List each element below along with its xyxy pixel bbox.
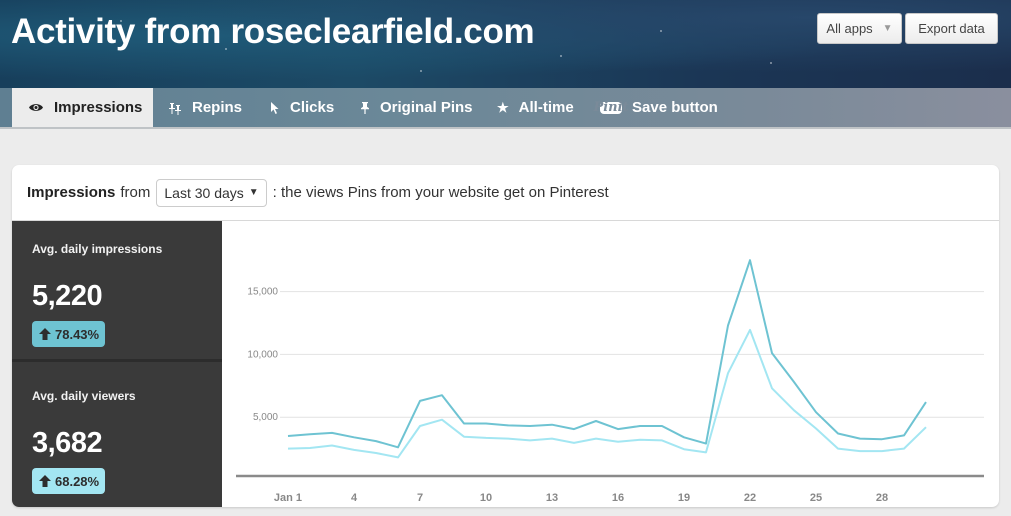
y-tick-label: 10,000 [247,349,278,360]
tab-save-button[interactable]: Pinit Save button [593,88,718,127]
stat-label: Avg. daily impressions [32,242,163,256]
decorative-star [660,30,662,32]
x-tick-label: 25 [810,492,822,504]
arrow-up-icon [39,475,51,487]
star-icon: ★ [497,99,509,115]
date-range-dropdown[interactable]: Last 30 days ▼ [156,178,267,207]
decorative-star [770,62,772,64]
x-tick-label: 10 [480,492,492,504]
caret-down-icon: ▼ [248,187,259,198]
tab-clicks[interactable]: Clicks [270,88,334,127]
tab-label: Impressions [54,99,143,116]
all-apps-dropdown[interactable]: All apps ▼ [817,13,902,44]
metric-name: Impressions [27,184,116,201]
change-value: 78.43% [55,326,100,342]
stat-value: 5,220 [32,280,103,312]
eye-icon [28,102,44,113]
metric-tabs: Impressions Repins Clicks Original Pins … [0,88,1011,129]
x-tick-label: Jan 1 [274,492,302,504]
pin-icon [360,101,370,115]
tab-impressions[interactable]: Impressions [12,88,153,127]
decorative-star [420,70,422,72]
impressions-chart: 5,000 10,000 15,000 Jan 1 4 7 10 13 16 19 22 25 28 [222,221,999,507]
tab-label: Repins [192,99,243,116]
change-value: 68.28% [55,473,100,489]
stat-avg-daily-impressions: Avg. daily impressions 5,220 78.43% [12,221,222,362]
x-tick-label: 19 [678,492,690,504]
tab-label: All-time [518,99,574,116]
all-apps-label: All apps [826,21,873,36]
series-line-viewers [287,328,927,459]
date-range-value: Last 30 days [164,184,244,201]
change-badge: 78.43% [32,321,106,347]
series-line-impressions [287,259,927,449]
pushpins-icon [168,101,182,115]
tab-label: Save button [632,99,718,116]
x-tick-label: 7 [417,492,423,504]
cursor-icon [270,101,280,115]
stat-avg-daily-viewers: Avg. daily viewers 3,682 68.28% [12,365,222,506]
x-tick-label: 16 [612,492,624,504]
arrow-up-icon [39,328,51,340]
impressions-panel: Impressions from Last 30 days ▼ : the vi… [12,165,999,507]
tab-original-pins[interactable]: Original Pins [360,88,473,127]
header-banner: Activity from roseclearfield.com All app… [0,0,1011,88]
panel-header: Impressions from Last 30 days ▼ : the vi… [12,165,999,221]
caret-down-icon: ▼ [882,23,893,34]
stat-label: Avg. daily viewers [32,389,136,403]
tab-label: Clicks [290,99,335,116]
x-tick-label: 22 [744,492,756,504]
y-tick-label: 5,000 [253,412,278,423]
y-tick-label: 15,000 [247,287,278,298]
x-tick-label: 28 [876,492,888,504]
export-data-button[interactable]: Export data [905,13,998,44]
tab-repins[interactable]: Repins [168,88,242,127]
page-title: Activity from roseclearfield.com [11,12,535,51]
tab-all-time[interactable]: ★ All-time [497,88,574,127]
line-chart: 5,000 10,000 15,000 Jan 1 4 7 10 13 16 19 22 25 28 [236,259,984,504]
x-tick-label: 13 [546,492,558,504]
stats-sidebar: Avg. daily impressions 5,220 78.43% Avg.… [12,221,222,507]
panel-description: : the views Pins from your website get o… [272,184,609,201]
change-badge: 68.28% [32,468,106,494]
tab-label: Original Pins [380,99,473,116]
from-label: from [120,184,151,201]
stat-value: 3,682 [32,427,103,459]
decorative-star [560,55,562,57]
x-tick-label: 4 [351,492,358,504]
pinit-icon: Pinit [593,100,629,115]
